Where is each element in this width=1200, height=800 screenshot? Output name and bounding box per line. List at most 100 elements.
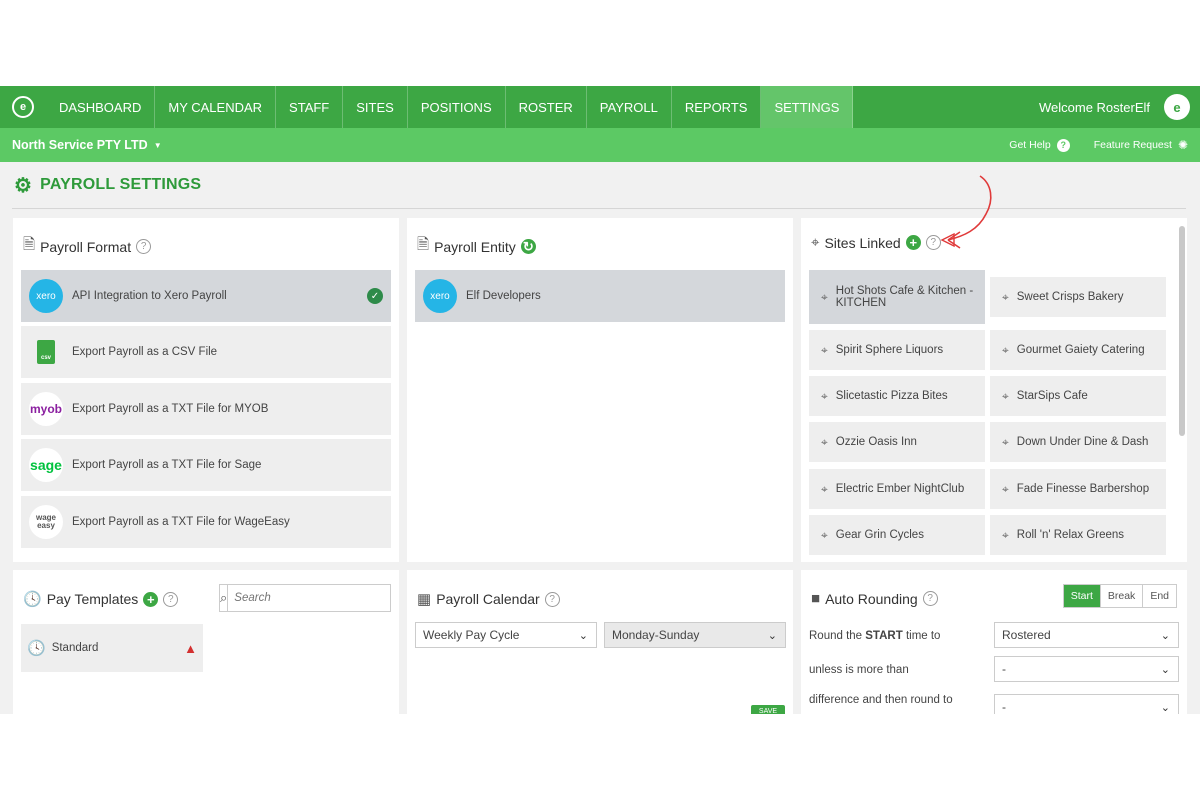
payroll-entity-item[interactable]: xero Elf Developers [415, 270, 785, 322]
csv-file-icon: csv [29, 335, 63, 369]
myob-logo: myob [29, 392, 63, 426]
site-name: StarSips Cafe [1016, 390, 1088, 402]
document-lock-icon: 🗎 [417, 236, 430, 253]
option-label: Export Payroll as a TXT File for Sage [72, 459, 262, 471]
pay-cycle-value: Weekly Pay Cycle [423, 628, 520, 642]
sub-nav: North Service PTY LTD ▼ Get Help ? Featu… [0, 128, 1200, 162]
site-name: Fade Finesse Barbershop [1016, 483, 1150, 495]
tab-end[interactable]: End [1142, 585, 1176, 607]
wageeasy-logo-bottom: easy [37, 521, 55, 530]
label-prefix: Round the [809, 630, 866, 642]
site-name: Roll 'n' Relax Greens [1016, 529, 1125, 541]
map-pin-icon: ⌖ [821, 527, 828, 542]
search-input[interactable] [228, 585, 391, 611]
site-item[interactable]: ⌖ Spirit Sphere Liquors [809, 330, 985, 370]
auto-rounding-title: Auto Rounding [825, 590, 918, 607]
tab-break[interactable]: Break [1099, 585, 1143, 607]
chevron-down-icon: ⌄ [1160, 629, 1170, 642]
chevron-down-icon: ▼ [153, 140, 162, 150]
nav-sites[interactable]: SITES [343, 86, 408, 128]
clock-document-icon: 🕓 [23, 591, 42, 608]
map-pin-icon: ⌖ [1002, 527, 1009, 542]
nav-positions[interactable]: POSITIONS [408, 86, 506, 128]
site-name: Gear Grin Cycles [835, 529, 924, 541]
threshold-select[interactable]: - ⌄ [994, 656, 1179, 682]
add-template-button[interactable]: + [143, 591, 159, 607]
nav-payroll[interactable]: PAYROLL [587, 86, 672, 128]
site-name: Hot Shots Cafe & Kitchen - KITCHEN [835, 285, 974, 309]
site-item[interactable]: ⌖ StarSips Cafe [990, 376, 1166, 416]
help-icon[interactable]: ? [136, 239, 152, 254]
refresh-icon[interactable]: ↻ [520, 239, 536, 254]
site-item[interactable]: ⌖ Roll 'n' Relax Greens [990, 515, 1166, 555]
sites-linked-card: ⌖ Sites Linked + ? ⌖ Hot Shots Cafe & Kit… [801, 218, 1187, 562]
help-icon[interactable]: ? [544, 591, 560, 607]
nav-dashboard[interactable]: DASHBOARD [46, 86, 156, 128]
lightbulb-icon: ✺ [1177, 138, 1188, 152]
pay-week-value: Monday-Sunday [612, 628, 700, 642]
chevron-down-icon: ⌄ [767, 629, 777, 642]
tab-start[interactable]: Start [1063, 585, 1100, 607]
xero-logo: xero [29, 279, 63, 313]
option-label: Export Payroll as a CSV File [72, 346, 218, 358]
add-site-button[interactable]: + [905, 235, 921, 250]
rosterelf-logo[interactable]: e [0, 86, 46, 128]
payroll-format-option-wageeasy[interactable]: wage easy Export Payroll as a TXT File fo… [21, 496, 391, 548]
site-name: Sweet Crisps Bakery [1016, 291, 1124, 303]
site-item[interactable]: ⌖ Slicetastic Pizza Bites [809, 376, 985, 416]
search-icon[interactable]: ⌕ [220, 585, 229, 611]
payroll-format-option-xero[interactable]: xero API Integration to Xero Payroll ✓ [21, 270, 391, 322]
site-item[interactable]: ⌖ Gear Grin Cycles [809, 515, 985, 555]
payroll-calendar-title: Payroll Calendar [436, 591, 540, 607]
scrollbar[interactable] [1179, 226, 1185, 436]
auto-rounding-header: ■ Auto Rounding ? [811, 590, 938, 607]
help-icon[interactable]: ? [163, 591, 179, 607]
help-icon: ? [1056, 138, 1070, 152]
feature-request-link[interactable]: Feature Request ✺ [1094, 138, 1188, 152]
round-difference-value: - [1002, 700, 1006, 714]
nav-my-calendar[interactable]: MY CALENDAR [155, 86, 277, 128]
check-icon: ✓ [367, 288, 383, 304]
map-pin-icon: ⌖ [821, 434, 828, 449]
map-pin-icon: ⌖ [1002, 289, 1009, 304]
site-item[interactable]: ⌖ Down Under Dine & Dash [990, 422, 1166, 462]
site-item[interactable]: ⌖ Sweet Crisps Bakery [990, 277, 1166, 317]
site-item[interactable]: ⌖ Fade Finesse Barbershop [990, 469, 1166, 509]
nav-reports[interactable]: REPORTS [672, 86, 762, 128]
auto-rounding-card: ■ Auto Rounding ? Start Break End Round … [801, 570, 1187, 714]
pay-week-select[interactable]: Monday-Sunday ⌄ [604, 622, 786, 648]
map-pin-icon: ⌖ [1002, 434, 1009, 449]
site-item[interactable]: ⌖ Hot Shots Cafe & Kitchen - KITCHEN [809, 270, 985, 324]
payroll-format-option-sage[interactable]: sage Export Payroll as a TXT File for Sa… [21, 439, 391, 491]
site-item[interactable]: ⌖ Gourmet Gaiety Catering [990, 330, 1166, 370]
round-difference-select[interactable]: - ⌄ [994, 694, 1179, 714]
get-help-link[interactable]: Get Help ? [1009, 138, 1070, 152]
site-item[interactable]: ⌖ Electric Ember NightClub [809, 469, 985, 509]
page-title-text: PAYROLL SETTINGS [40, 176, 202, 193]
site-item[interactable]: ⌖ Ozzie Oasis Inn [809, 422, 985, 462]
user-avatar[interactable]: e [1164, 94, 1190, 120]
pay-cycle-select[interactable]: Weekly Pay Cycle ⌄ [415, 622, 597, 648]
payroll-format-option-myob[interactable]: myob Export Payroll as a TXT File for MY… [21, 383, 391, 435]
template-item-standard[interactable]: 🕓 Standard ▲ [21, 624, 203, 672]
round-to-select[interactable]: Rostered ⌄ [994, 622, 1179, 648]
warning-icon: ▲ [184, 640, 197, 656]
feature-request-label: Feature Request [1093, 139, 1172, 151]
pay-templates-card: 🕓 Pay Templates + ? ⌕ 🕓 Standard ▲ [13, 570, 399, 714]
rounding-tabs: Start Break End [1062, 584, 1177, 608]
nav-staff[interactable]: STAFF [276, 86, 344, 128]
red-arrow-annotation [940, 175, 992, 249]
company-selector[interactable]: North Service PTY LTD ▼ [12, 138, 162, 152]
payroll-entity-card: 🗎 Payroll Entity ↻ xero Elf Developers [407, 218, 793, 562]
site-name: Ozzie Oasis Inn [835, 436, 917, 448]
leaf-icon: e [12, 96, 34, 118]
payroll-format-option-csv[interactable]: csv Export Payroll as a CSV File [21, 326, 391, 378]
map-pin-icon: ⌖ [821, 481, 828, 496]
help-icon[interactable]: ? [922, 591, 938, 606]
difference-label: difference and then round to [809, 694, 953, 706]
nav-roster[interactable]: ROSTER [506, 86, 587, 128]
save-button[interactable]: SAVE [751, 705, 785, 714]
entity-name: Elf Developers [466, 290, 541, 302]
payroll-calendar-header: ▦ Payroll Calendar ? [417, 590, 560, 608]
nav-settings[interactable]: SETTINGS [761, 86, 854, 128]
